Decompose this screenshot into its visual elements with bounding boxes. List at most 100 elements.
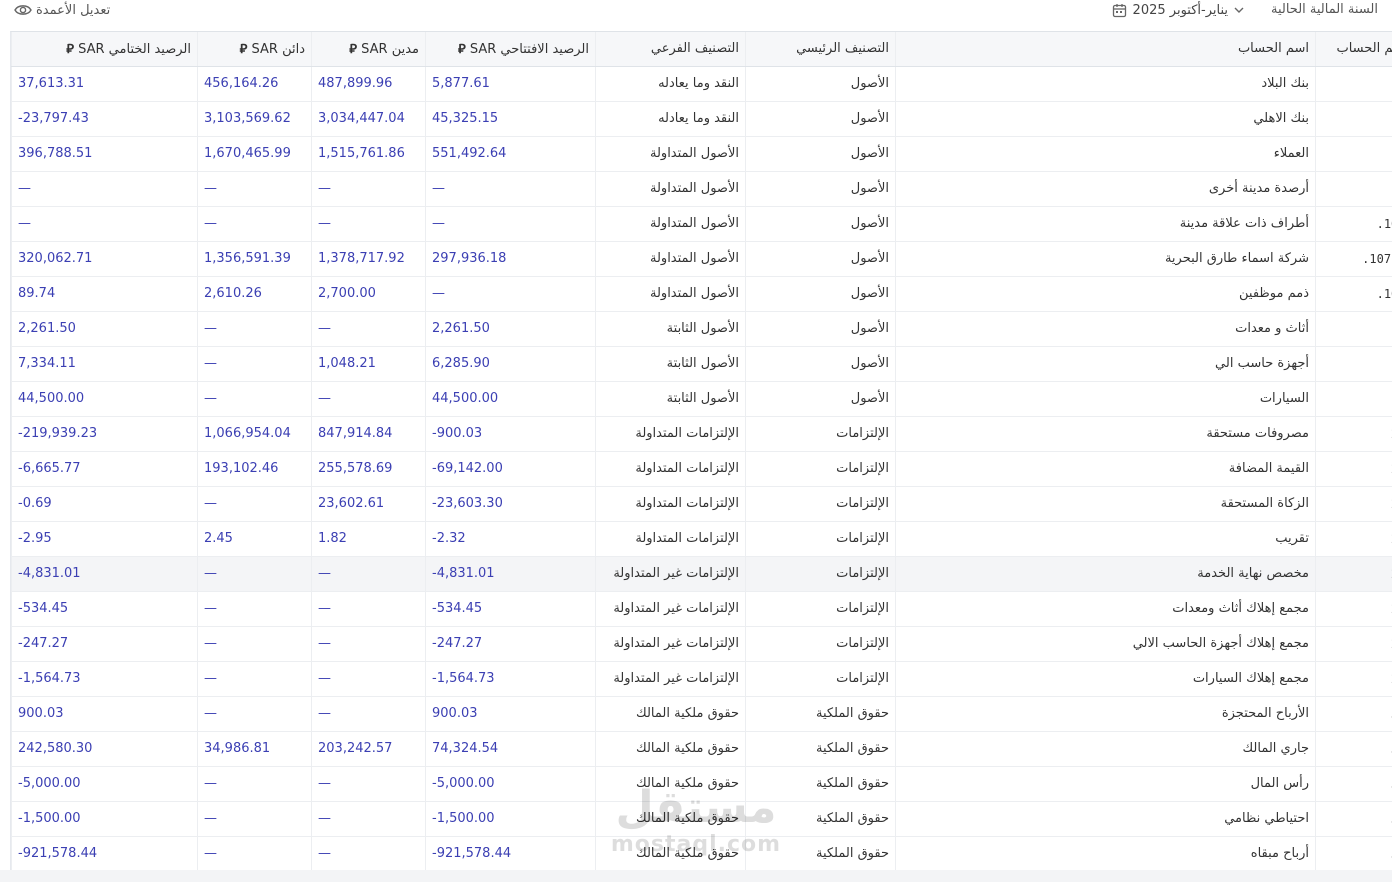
cell-opening-balance: 45,325.15	[425, 101, 596, 137]
table-row[interactable]: 28تقريبالإلتزاماتالإلتزامات المتداولة-2.…	[11, 521, 1392, 557]
cell-credit: —	[197, 486, 312, 522]
cell-credit: 2,610.26	[197, 276, 312, 312]
cell-credit: —	[197, 591, 312, 627]
fiscal-year-label: السنة المالية الحالية	[1270, 2, 1378, 17]
table-row[interactable]: 107.أطراف ذات علاقة مدينةالأصولالأصول ال…	[11, 206, 1392, 242]
table-row[interactable]: 10أثاث و معداتالأصولالأصول الثابتة2,261.…	[11, 311, 1392, 347]
cell-opening-balance: -5,000.00	[425, 766, 596, 802]
table-row[interactable]: 28مخصص نهاية الخدمةالإلتزاماتالإلتزامات …	[11, 556, 1392, 592]
table-row[interactable]: 10أرصدة مدينة أخرىالأصولالأصول المتداولة…	[11, 171, 1392, 207]
cell-debit: —	[311, 591, 426, 627]
cell-opening-balance: 2,261.50	[425, 311, 596, 347]
cell-account-code: 28	[1315, 591, 1392, 627]
table-row[interactable]: 20القيمة المضافةالإلتزاماتالإلتزامات الم…	[11, 451, 1392, 487]
riyal-icon: ⃁	[66, 42, 74, 58]
period-select[interactable]: يناير-أكتوبر 2025	[1112, 0, 1244, 20]
cell-sub-classification: الإلتزامات غير المتداولة	[595, 661, 746, 697]
edit-columns-label: تعديل الأعمدة	[36, 2, 111, 18]
cell-debit: 255,578.69	[311, 451, 426, 487]
period-value: يناير-أكتوبر 2025	[1132, 2, 1228, 18]
cell-credit: 1,066,954.04	[197, 416, 312, 452]
cell-debit: —	[311, 801, 426, 837]
cell-account-code: 10	[1315, 311, 1392, 347]
footer-strip	[0, 870, 1392, 882]
header-sub-classification[interactable]: التصنيف الفرعي	[595, 32, 746, 67]
header-account-name[interactable]: اسم الحساب	[895, 32, 1316, 67]
cell-sub-classification: الإلتزامات المتداولة	[595, 486, 746, 522]
cell-account-code: 10	[1315, 136, 1392, 172]
cell-main-classification: الأصول	[745, 136, 896, 172]
header-debit[interactable]: مدين SAR ⃁	[311, 32, 426, 67]
table-row[interactable]: 10بنك البلادالأصولالنقد وما يعادله5,877.…	[11, 66, 1392, 102]
cell-opening-balance: 5,877.61	[425, 66, 596, 102]
riyal-icon: ⃁	[349, 42, 357, 58]
cell-debit: —	[311, 661, 426, 697]
cell-opening-balance: -23,603.30	[425, 486, 596, 522]
cell-account-code: 28	[1315, 661, 1392, 697]
cell-account-code: 30	[1315, 766, 1392, 802]
cell-credit: 1,356,591.39	[197, 241, 312, 277]
header-credit[interactable]: دائن SAR ⃁	[197, 32, 312, 67]
cell-opening-balance: -2.32	[425, 521, 596, 557]
cell-opening-balance: 297,936.18	[425, 241, 596, 277]
cell-account-code: 107.	[1315, 206, 1392, 242]
cell-main-classification: الأصول	[745, 101, 896, 137]
table-row[interactable]: 10السياراتالأصولالأصول الثابتة44,500.00—…	[11, 381, 1392, 417]
cell-closing-balance: -219,939.23	[11, 416, 198, 452]
trial-balance-table: رقم الحساب اسم الحساب التصنيف الرئيسي ال…	[10, 31, 1392, 871]
cell-account-name: الزكاة المستحقة	[895, 486, 1316, 522]
cell-closing-balance: -534.45	[11, 591, 198, 627]
cell-main-classification: الإلتزامات	[745, 591, 896, 627]
cell-account-code: 107.	[1315, 276, 1392, 312]
cell-main-classification: حقوق الملكية	[745, 766, 896, 802]
table-row[interactable]: 21الزكاة المستحقةالإلتزاماتالإلتزامات ال…	[11, 486, 1392, 522]
cell-closing-balance: 2,261.50	[11, 311, 198, 347]
header-main-classification[interactable]: التصنيف الرئيسي	[745, 32, 896, 67]
table-row[interactable]: 30رأس المالحقوق الملكيةحقوق ملكية المالك…	[11, 766, 1392, 802]
header-opening-balance[interactable]: الرصيد الافتتاحي SAR ⃁	[425, 32, 596, 67]
cell-account-name: رأس المال	[895, 766, 1316, 802]
cell-debit: 487,899.96	[311, 66, 426, 102]
cell-debit: 203,242.57	[311, 731, 426, 767]
header-closing-balance[interactable]: الرصيد الختامي SAR ⃁	[11, 32, 198, 67]
table-row[interactable]: 30أرباح مبقاهحقوق الملكيةحقوق ملكية الما…	[11, 836, 1392, 871]
cell-debit: —	[311, 206, 426, 242]
cell-main-classification: الأصول	[745, 381, 896, 417]
table-row[interactable]: 10بنك الاهليالأصولالنقد وما يعادله45,325…	[11, 101, 1392, 137]
cell-account-name: مجمع إهلاك السيارات	[895, 661, 1316, 697]
cell-main-classification: الإلتزامات	[745, 661, 896, 697]
cell-main-classification: الإلتزامات	[745, 451, 896, 487]
table-row[interactable]: 10أجهزة حاسب اليالأصولالأصول الثابتة6,28…	[11, 346, 1392, 382]
cell-account-code: 10	[1315, 381, 1392, 417]
cell-account-name: مصروفات مستحقة	[895, 416, 1316, 452]
table-row[interactable]: 20مصروفات مستحقةالإلتزاماتالإلتزامات الم…	[11, 416, 1392, 452]
cell-opening-balance: -1,564.73	[425, 661, 596, 697]
cell-debit: 1,515,761.86	[311, 136, 426, 172]
cell-account-name: جاري المالك	[895, 731, 1316, 767]
table-row[interactable]: 28مجمع إهلاك السياراتالإلتزاماتالإلتزاما…	[11, 661, 1392, 697]
table-row[interactable]: 10العملاءالأصولالأصول المتداولة551,492.6…	[11, 136, 1392, 172]
header-account-code[interactable]: رقم الحساب	[1315, 32, 1392, 67]
table-row[interactable]: 30الأرباح المحتجزةحقوق الملكيةحقوق ملكية…	[11, 696, 1392, 732]
cell-main-classification: الأصول	[745, 346, 896, 382]
cell-opening-balance: -69,142.00	[425, 451, 596, 487]
cell-closing-balance: 242,580.30	[11, 731, 198, 767]
table-row[interactable]: 107.1.شركة اسماء طارق البحريةالأصولالأصو…	[11, 241, 1392, 277]
cell-account-code: 10	[1315, 346, 1392, 382]
cell-account-name: بنك البلاد	[895, 66, 1316, 102]
table-row[interactable]: 107.ذمم موظفينالأصولالأصول المتداولة—2,7…	[11, 276, 1392, 312]
cell-account-name: أطراف ذات علاقة مدينة	[895, 206, 1316, 242]
edit-columns-button[interactable]: تعديل الأعمدة	[14, 0, 110, 20]
cell-sub-classification: الأصول المتداولة	[595, 136, 746, 172]
cell-main-classification: حقوق الملكية	[745, 696, 896, 732]
table-row[interactable]: 30احتياطي نظاميحقوق الملكيةحقوق ملكية ال…	[11, 801, 1392, 837]
table-row[interactable]: 28مجمع إهلاك أجهزة الحاسب الاليالإلتزاما…	[11, 626, 1392, 662]
table-row[interactable]: 28مجمع إهلاك أثاث ومعداتالإلتزاماتالإلتز…	[11, 591, 1392, 627]
cell-account-name: مجمع إهلاك أثاث ومعدات	[895, 591, 1316, 627]
cell-sub-classification: النقد وما يعادله	[595, 101, 746, 137]
cell-main-classification: الإلتزامات	[745, 556, 896, 592]
table-row[interactable]: 30جاري المالكحقوق الملكيةحقوق ملكية الما…	[11, 731, 1392, 767]
cell-sub-classification: الأصول الثابتة	[595, 346, 746, 382]
cell-main-classification: الأصول	[745, 66, 896, 102]
cell-account-code: 28	[1315, 521, 1392, 557]
